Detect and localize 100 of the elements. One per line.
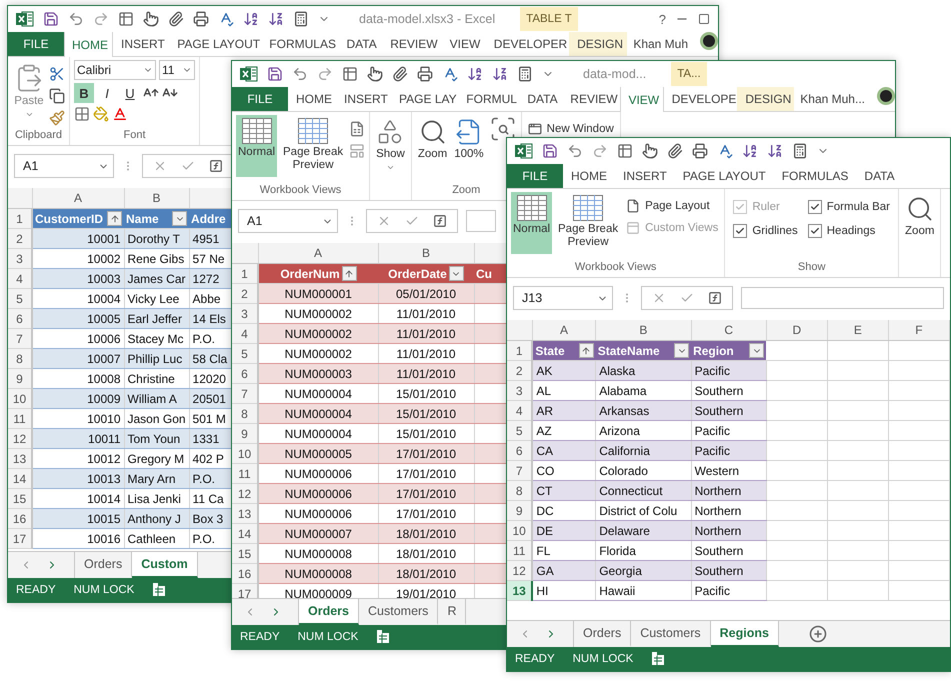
format-button[interactable]: I <box>97 83 117 103</box>
sort-filter-icon[interactable] <box>342 266 357 281</box>
row-number[interactable]: 1 <box>232 264 258 284</box>
row-number[interactable]: 11 <box>8 408 32 428</box>
column-header[interactable]: B <box>596 320 692 340</box>
checkbox[interactable]: Headings <box>808 224 890 238</box>
formula-field[interactable] <box>741 287 944 309</box>
row-number[interactable]: 10 <box>507 520 532 540</box>
column-header[interactable]: A <box>32 188 124 208</box>
column-header[interactable]: A <box>258 243 378 264</box>
sort-filter-icon[interactable] <box>107 211 122 226</box>
page-layout-button[interactable]: Page Layout <box>624 198 720 214</box>
row-number[interactable]: 7 <box>8 328 32 348</box>
row-number[interactable]: 9 <box>232 424 258 444</box>
border-icon[interactable] <box>74 106 90 122</box>
filter-dropdown-icon[interactable] <box>172 211 188 226</box>
filter-dropdown-icon[interactable] <box>749 343 764 358</box>
row-number[interactable]: 7 <box>507 460 532 480</box>
row-number[interactable]: 13 <box>232 504 258 524</box>
row-number[interactable]: 4 <box>507 400 532 420</box>
filter-dropdown-icon[interactable] <box>448 266 464 281</box>
font-color-icon[interactable] <box>112 106 128 122</box>
name-box[interactable]: J13 <box>513 286 613 310</box>
row-number[interactable]: 9 <box>8 368 32 388</box>
row-number[interactable]: 15 <box>8 488 32 508</box>
column-header[interactable]: C <box>691 320 766 340</box>
row-number[interactable]: 8 <box>8 348 32 368</box>
paintbrush-icon[interactable] <box>49 110 65 126</box>
row-number[interactable]: 13 <box>507 580 532 600</box>
normal-view-button[interactable]: Normal <box>236 115 278 177</box>
touch-icon[interactable] <box>143 11 159 27</box>
row-number[interactable]: 7 <box>232 384 258 404</box>
sort-filter-icon[interactable] <box>578 343 594 358</box>
save-icon[interactable] <box>43 11 59 27</box>
row-number[interactable]: 2 <box>232 284 258 304</box>
page-break-button[interactable]: Page Break Preview <box>280 115 346 177</box>
spreadsheet-logo-icon[interactable] <box>240 66 258 82</box>
sheet-tab[interactable]: Custom <box>132 552 198 578</box>
row-number[interactable]: 3 <box>232 304 258 324</box>
sheet-tab[interactable]: Orders <box>299 599 359 625</box>
ribbon-tab[interactable]: DESIGN <box>737 87 794 111</box>
row-number[interactable]: 1 <box>8 208 32 228</box>
avatar-icon[interactable] <box>877 87 895 105</box>
sort-ascending-icon[interactable] <box>742 143 758 159</box>
row-number[interactable]: 14 <box>232 524 258 544</box>
row-number[interactable]: 15 <box>232 544 258 564</box>
copy-icon[interactable] <box>49 88 65 104</box>
row-number[interactable]: 11 <box>232 464 258 484</box>
column-header[interactable]: F <box>888 320 950 340</box>
format-button[interactable]: U <box>120 83 140 103</box>
row-number[interactable]: 4 <box>232 324 258 344</box>
ribbon-tab[interactable]: VIEW <box>620 87 664 112</box>
row-number[interactable]: 17 <box>232 584 258 598</box>
function-icon[interactable] <box>708 291 722 305</box>
row-number[interactable]: 11 <box>507 540 532 560</box>
row-number[interactable]: 16 <box>8 508 32 528</box>
touch-icon[interactable] <box>367 66 383 82</box>
sort-descending-icon[interactable] <box>767 143 783 159</box>
normal-view-button[interactable]: Normal <box>511 192 552 254</box>
sort-descending-icon[interactable] <box>268 11 284 27</box>
row-number[interactable]: 8 <box>232 404 258 424</box>
undo-icon[interactable] <box>68 11 84 27</box>
row-number[interactable]: 8 <box>507 480 532 500</box>
column-header[interactable]: B <box>378 243 474 264</box>
add-sheet-icon[interactable] <box>808 625 827 643</box>
format-button[interactable]: B <box>74 83 94 103</box>
spreadsheet-logo-icon[interactable] <box>515 143 533 159</box>
undo-icon[interactable] <box>567 143 583 159</box>
row-number[interactable]: 9 <box>507 500 532 520</box>
row-number[interactable]: 6 <box>8 308 32 328</box>
function-icon[interactable] <box>209 159 223 173</box>
zoom-button[interactable]: Zoom <box>903 192 936 254</box>
font-size-field[interactable]: 11 <box>159 60 195 80</box>
paperclip-icon[interactable] <box>392 66 408 82</box>
column-header[interactable]: A <box>532 320 596 340</box>
ribbon-tab[interactable]: HOME <box>64 32 114 57</box>
ribbon-tab[interactable]: FILE <box>8 32 64 56</box>
show-button[interactable]: Show <box>374 115 407 177</box>
scissors-icon[interactable] <box>49 66 65 82</box>
column-header[interactable]: B <box>124 188 190 208</box>
row-number[interactable]: 6 <box>232 364 258 384</box>
row-number[interactable]: 13 <box>8 448 32 468</box>
undo-icon[interactable] <box>292 66 308 82</box>
row-number[interactable]: 12 <box>232 484 258 504</box>
ribbon-tab[interactable]: DESIGN <box>569 32 628 56</box>
row-number[interactable]: 14 <box>8 468 32 488</box>
account-name[interactable]: Khan Muh <box>627 32 694 56</box>
page-grid-icon[interactable] <box>349 121 366 137</box>
name-box[interactable]: A1 <box>238 209 338 233</box>
function-icon[interactable] <box>433 214 447 228</box>
new-window-button[interactable]: New Window <box>526 121 616 137</box>
row-number[interactable]: 3 <box>507 380 532 400</box>
sort-descending-icon[interactable] <box>492 66 508 82</box>
printer-icon[interactable] <box>417 66 433 82</box>
row-number[interactable]: 4 <box>8 268 32 288</box>
row-number[interactable]: 2 <box>8 228 32 248</box>
row-number[interactable]: 6 <box>507 440 532 460</box>
checkbox[interactable]: Formula Bar <box>808 200 890 214</box>
save-icon[interactable] <box>542 143 558 159</box>
font-name-field[interactable]: Calibri <box>74 60 156 80</box>
